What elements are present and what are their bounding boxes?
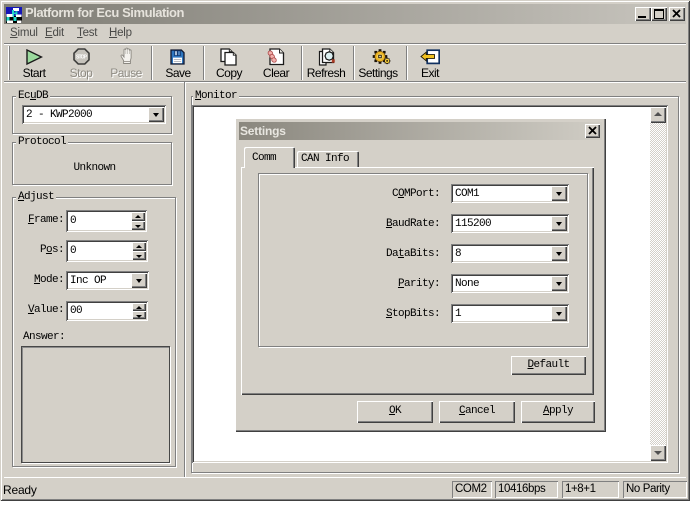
- svg-text:STOP: STOP: [76, 54, 88, 60]
